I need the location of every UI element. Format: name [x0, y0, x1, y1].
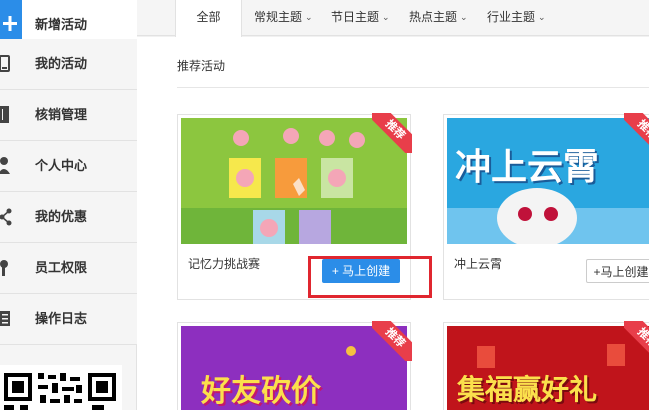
recommend-badge: 推荐	[624, 321, 649, 361]
tab-label: 行业主题	[487, 10, 536, 24]
chevron-down-icon: ⌄	[538, 12, 546, 22]
share-icon	[0, 192, 22, 242]
sidebar-item-personal-center[interactable]: 个人中心	[0, 141, 137, 192]
key-icon	[0, 243, 22, 293]
tab-all[interactable]: 全部	[175, 0, 242, 37]
recommend-badge: 推荐	[372, 113, 412, 153]
tab-holiday-theme[interactable]: 节日主题 ⌄	[331, 0, 390, 36]
badge-label: 推荐	[372, 321, 412, 361]
recommend-badge: 推荐	[624, 113, 649, 153]
activity-card[interactable]: 冲上云霄 推荐 冲上云霄 +马上创建	[443, 113, 649, 300]
tab-label: 全部	[196, 10, 221, 24]
card-thumbnail: 冲上云霄	[447, 118, 649, 244]
sidebar-item-my-discounts[interactable]: 我的优惠	[0, 192, 137, 243]
tablet-icon	[0, 39, 22, 89]
badge-label: 推荐	[624, 321, 649, 361]
card-thumbnail: 集福赢好礼	[447, 326, 649, 410]
app-root: 新增活动 我的活动 核销管理 个人中心 我的优惠 员工权限 操作日志 全部 常规…	[0, 0, 649, 410]
tab-industry-theme[interactable]: 行业主题 ⌄	[487, 0, 546, 36]
sidebar-item-operation-log[interactable]: 操作日志	[0, 294, 137, 345]
badge-label: 推荐	[624, 113, 649, 153]
badge-label: 推荐	[372, 113, 412, 153]
sidebar-item-my-activity[interactable]: 我的活动	[0, 39, 137, 90]
user-icon	[0, 141, 22, 191]
sidebar-item-staff-permissions[interactable]: 员工权限	[0, 243, 137, 294]
activity-card[interactable]: 集福赢好礼 推荐	[443, 321, 649, 410]
create-now-button[interactable]: +马上创建	[586, 259, 649, 283]
sidebar: 新增活动 我的活动 核销管理 个人中心 我的优惠 员工权限 操作日志	[0, 0, 137, 410]
top-tab-bar: 全部 常规主题 ⌄ 节日主题 ⌄ 热点主题 ⌄ 行业主题 ⌄	[137, 0, 649, 37]
thumbnail-title: 集福赢好礼	[457, 374, 598, 405]
recommend-badge: 推荐	[372, 321, 412, 361]
thumbnail-title: 冲上云霄	[455, 146, 600, 187]
sidebar-item-label: 我的优惠	[35, 209, 88, 224]
chevron-down-icon: ⌄	[460, 12, 468, 22]
card-title: 冲上云霄	[454, 257, 503, 271]
chevron-down-icon: ⌄	[305, 12, 313, 22]
sidebar-item-label: 我的活动	[35, 56, 88, 71]
tab-label: 常规主题	[254, 10, 303, 24]
tab-label: 节日主题	[331, 10, 380, 24]
qr-code	[0, 365, 122, 410]
sidebar-item-label: 员工权限	[35, 260, 88, 275]
tab-hot-theme[interactable]: 热点主题 ⌄	[409, 0, 468, 36]
list-icon	[0, 294, 22, 344]
thumbnail-title: 好友砍价	[201, 375, 321, 408]
sidebar-item-label: 核销管理	[35, 107, 88, 122]
book-icon	[0, 90, 22, 140]
chevron-down-icon: ⌄	[382, 12, 390, 22]
button-label: 马上创建	[600, 265, 649, 279]
tab-regular-theme[interactable]: 常规主题 ⌄	[254, 0, 313, 36]
sidebar-item-verification[interactable]: 核销管理	[0, 90, 137, 141]
activity-card[interactable]: 好友砍价 推荐	[177, 321, 412, 410]
card-title: 记忆力挑战赛	[188, 257, 261, 271]
sidebar-item-label: 个人中心	[35, 158, 88, 173]
sidebar-item-label: 操作日志	[35, 311, 88, 326]
section-divider	[177, 87, 649, 88]
tab-label: 热点主题	[409, 10, 458, 24]
highlight-annotation-box	[308, 256, 432, 298]
main-content: 推荐活动 推荐 记忆力挑战赛 + 马上创建 冲上云霄 推荐 冲上云霄 +马上创建…	[137, 37, 649, 410]
plus-icon: +	[593, 265, 601, 279]
section-title: 推荐活动	[177, 59, 226, 73]
